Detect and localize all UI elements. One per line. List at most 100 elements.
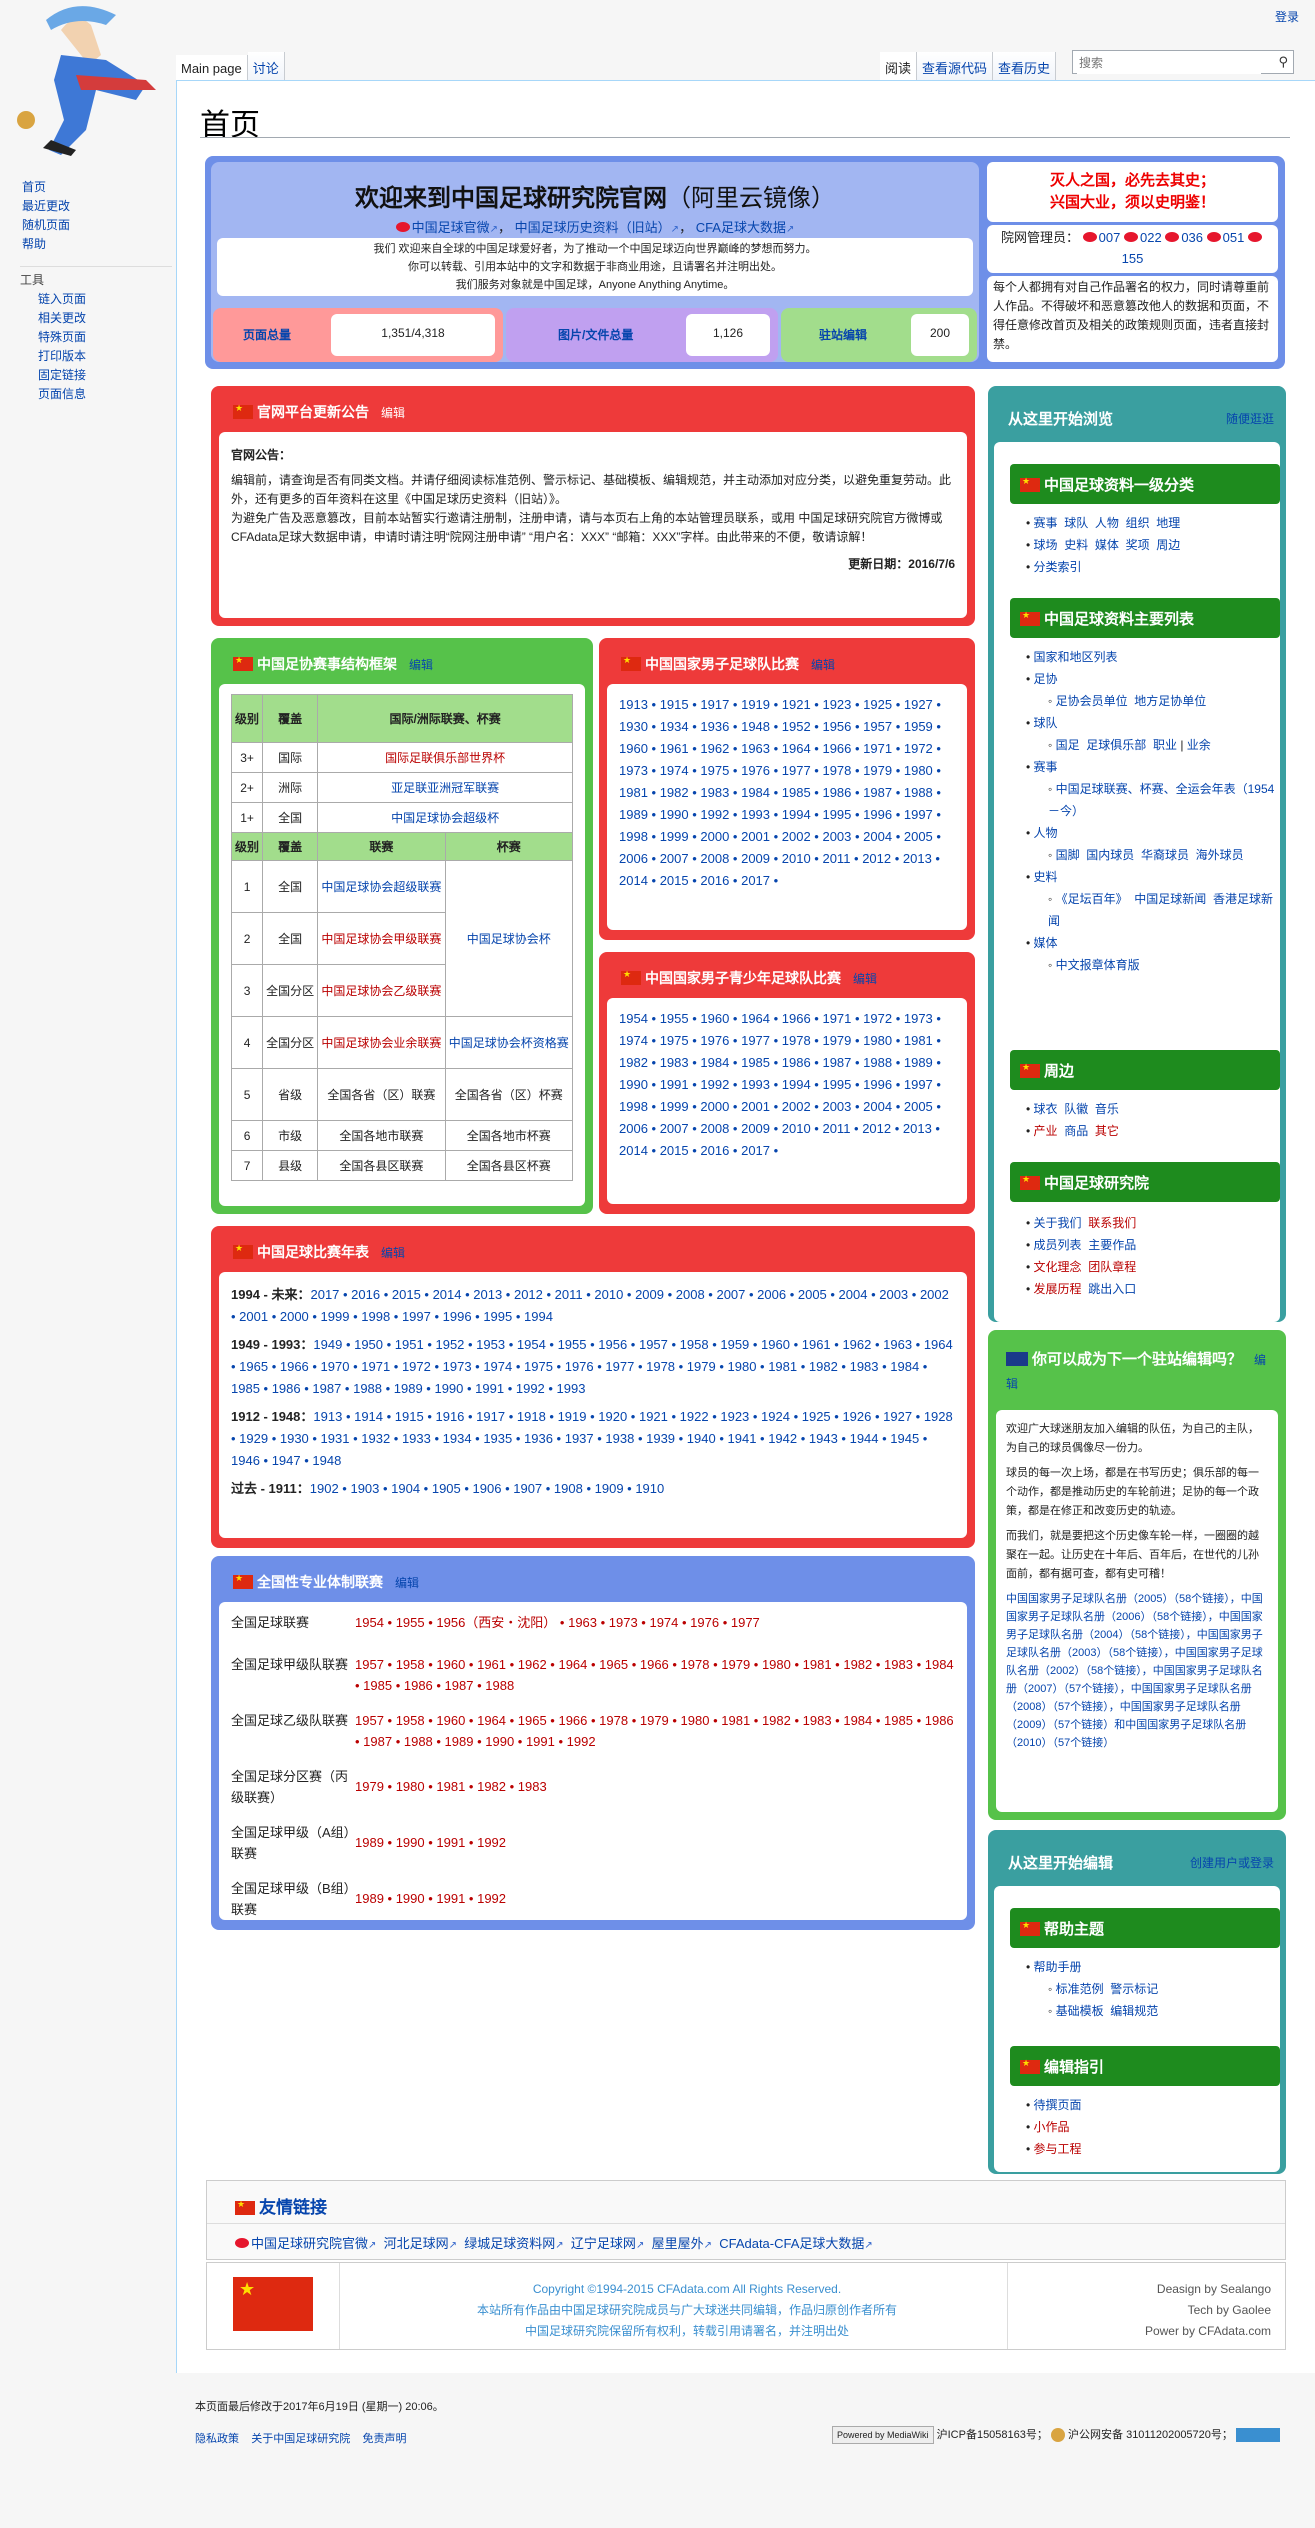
site-logo[interactable] [6, 0, 168, 160]
list-item[interactable]: 国内球员 [1086, 848, 1134, 862]
list-item[interactable]: 关于我们 [1034, 1216, 1082, 1230]
friend-link[interactable]: 屋里屋外 [652, 2236, 704, 2251]
table-link-cell[interactable]: 亚足联亚洲冠军联赛 [317, 772, 573, 803]
table-link-cell[interactable]: 中国足球协会杯资格赛 [444, 1016, 574, 1069]
list-item[interactable]: 海外球员 [1196, 848, 1244, 862]
sidebar-item-recent-changes[interactable]: 最近更改 [22, 197, 172, 216]
list-item[interactable]: 业余 [1187, 738, 1211, 752]
list-item[interactable]: 队徽 [1064, 1102, 1088, 1116]
list-item[interactable]: 发展历程 [1034, 1282, 1082, 1296]
list-item[interactable]: 《足坛百年》 [1056, 892, 1128, 906]
friend-link[interactable]: 绿城足球资料网 [464, 2236, 555, 2251]
pro-league-row-years[interactable]: 1989 • 1990 • 1991 • 1992 [355, 1822, 955, 1878]
sidebar-item-whatlinkshere[interactable]: 链入页面 [38, 290, 172, 309]
list-item[interactable]: 史料 [1034, 870, 1058, 884]
pro-league-edit-link[interactable]: 编辑 [395, 1576, 419, 1590]
security-badge-icon[interactable] [1235, 2428, 1280, 2443]
about-link[interactable]: 关于中国足球研究院 [251, 2433, 350, 2445]
list-item[interactable]: 华裔球员 [1141, 848, 1189, 862]
link-cfa-data[interactable]: CFA足球大数据 [696, 220, 786, 235]
list-item[interactable]: 球队 [1064, 516, 1088, 530]
list-item[interactable]: 职业 [1153, 738, 1177, 752]
pro-league-row-years[interactable]: 1957 • 1958 • 1960 • 1961 • 1962 • 1964 … [355, 1654, 955, 1710]
yearbook-row-years[interactable]: 2017 • 2016 • 2015 • 2014 • 2013 • 2012 … [231, 1287, 949, 1324]
table-link-cell[interactable]: 国际足联俱乐部世界杯 [317, 742, 573, 773]
yearbook-row-years[interactable]: 1913 • 1914 • 1915 • 1916 • 1917 • 1918 … [231, 1409, 953, 1468]
list-item[interactable]: 中文报章体育版 [1056, 958, 1140, 972]
table-link-cell[interactable]: 中国足球协会杯 [444, 860, 574, 1017]
list-item[interactable]: 赛事 [1034, 760, 1058, 774]
list-item[interactable]: 组织 [1126, 516, 1150, 530]
tab-read[interactable]: 阅读 [880, 52, 918, 81]
pro-league-row-years[interactable]: 1979 • 1980 • 1981 • 1982 • 1983 [355, 1766, 955, 1822]
tab-view-history[interactable]: 查看历史 [993, 52, 1057, 81]
admin-036[interactable]: 036 [1181, 230, 1203, 245]
admin-007[interactable]: 007 [1099, 230, 1121, 245]
list-item[interactable]: 基础模板 [1056, 2004, 1104, 2018]
yearbook-edit-link[interactable]: 编辑 [381, 1246, 405, 1260]
search-input[interactable] [1077, 52, 1261, 74]
list-item[interactable]: 国足 [1056, 738, 1080, 752]
list-item[interactable]: 成员列表 [1034, 1238, 1082, 1252]
privacy-link[interactable]: 隐私政策 [195, 2433, 239, 2445]
list-item[interactable]: 联系我们 [1088, 1216, 1136, 1230]
list-item[interactable]: 编辑规范 [1110, 2004, 1158, 2018]
table-link-cell[interactable]: 中国足球协会业余联赛 [317, 1016, 446, 1069]
list-item[interactable]: 史料 [1064, 538, 1088, 552]
list-item[interactable]: 中国足球联赛、杯赛、全运会年表（1954－今） [1048, 782, 1274, 818]
stat-editors-label[interactable]: 驻站编辑 [819, 326, 867, 343]
admin-155[interactable]: 155 [1122, 251, 1144, 266]
sidebar-item-home[interactable]: 首页 [22, 178, 172, 197]
structure-edit-link[interactable]: 编辑 [409, 658, 433, 672]
men-national-years[interactable]: 1913 • 1915 • 1917 • 1919 • 1921 • 1923 … [607, 684, 967, 930]
table-link-cell[interactable]: 中国足球协会超级杯 [317, 802, 573, 833]
list-item[interactable]: 文化理念 [1034, 1260, 1082, 1274]
list-item[interactable]: 主要作品 [1088, 1238, 1136, 1252]
list-item[interactable]: 其它 [1095, 1124, 1119, 1138]
list-item[interactable]: 帮助手册 [1034, 1960, 1082, 1974]
list-item[interactable]: 人物 [1095, 516, 1119, 530]
tab-discussion[interactable]: 讨论 [247, 52, 285, 81]
pro-league-row-years[interactable]: 1989 • 1990 • 1991 • 1992 [355, 1878, 955, 1920]
list-item[interactable]: 国脚 [1056, 848, 1080, 862]
list-item[interactable]: 标准范例 [1056, 1982, 1104, 1996]
login-create-link[interactable]: 创建用户或登录 [1190, 1854, 1274, 1871]
list-item[interactable]: 待撰页面 [1034, 2098, 1082, 2112]
list-item[interactable]: 跳出入口 [1088, 1282, 1136, 1296]
list-item[interactable]: 分类索引 [1034, 560, 1082, 574]
sidebar-item-random-page[interactable]: 随机页面 [22, 216, 172, 235]
stat-files-label[interactable]: 图片/文件总量 [558, 326, 633, 343]
table-link-cell[interactable]: 中国足球协会超级联赛 [317, 860, 446, 913]
list-item[interactable]: 地理 [1156, 516, 1180, 530]
list-item[interactable]: 足球俱乐部 [1086, 738, 1146, 752]
list-item[interactable]: 球场 [1034, 538, 1058, 552]
friend-link[interactable]: CFAdata-CFA足球大数据 [719, 2236, 864, 2251]
sidebar-item-page-info[interactable]: 页面信息 [38, 385, 172, 404]
list-item[interactable]: 赛事 [1034, 516, 1058, 530]
list-item[interactable]: 商品 [1064, 1124, 1088, 1138]
announcement-edit-link[interactable]: 编辑 [381, 406, 405, 420]
men-national-edit-link[interactable]: 编辑 [811, 658, 835, 672]
list-item[interactable]: 产业 [1034, 1124, 1058, 1138]
search-icon[interactable]: ⚲ [1278, 54, 1288, 70]
yearbook-row-years[interactable]: 1902 • 1903 • 1904 • 1905 • 1906 • 1907 … [310, 1481, 664, 1496]
list-item[interactable]: 足协会员单位 [1056, 694, 1128, 708]
sidebar-item-permalink[interactable]: 固定链接 [38, 366, 172, 385]
login-link[interactable]: 登录 [1275, 8, 1299, 25]
list-item[interactable]: 奖项 [1126, 538, 1150, 552]
friend-link[interactable]: 中国足球研究院官微 [251, 2236, 368, 2251]
list-item[interactable]: 媒体 [1095, 538, 1119, 552]
pro-league-row-years[interactable]: 1954 • 1955 • 1956（西安・沈阳） • 1963 • 1973 … [355, 1612, 955, 1654]
list-item[interactable]: 球队 [1034, 716, 1058, 730]
mediawiki-badge[interactable]: Powered by MediaWiki [832, 2426, 934, 2445]
tab-view-source[interactable]: 查看源代码 [917, 52, 994, 81]
tab-main-page[interactable]: Main page [176, 55, 248, 80]
list-item[interactable]: 参与工程 [1034, 2142, 1082, 2156]
pro-league-row-years[interactable]: 1957 • 1958 • 1960 • 1964 • 1965 • 1966 … [355, 1710, 955, 1766]
sidebar-item-help[interactable]: 帮助 [22, 235, 172, 254]
disclaimer-link[interactable]: 免责声明 [362, 2433, 406, 2445]
list-item[interactable]: 团队章程 [1088, 1260, 1136, 1274]
random-page-link[interactable]: 随便逛逛 [1226, 410, 1274, 427]
sidebar-item-related-changes[interactable]: 相关更改 [38, 309, 172, 328]
table-link-cell[interactable]: 中国足球协会乙级联赛 [317, 964, 446, 1017]
